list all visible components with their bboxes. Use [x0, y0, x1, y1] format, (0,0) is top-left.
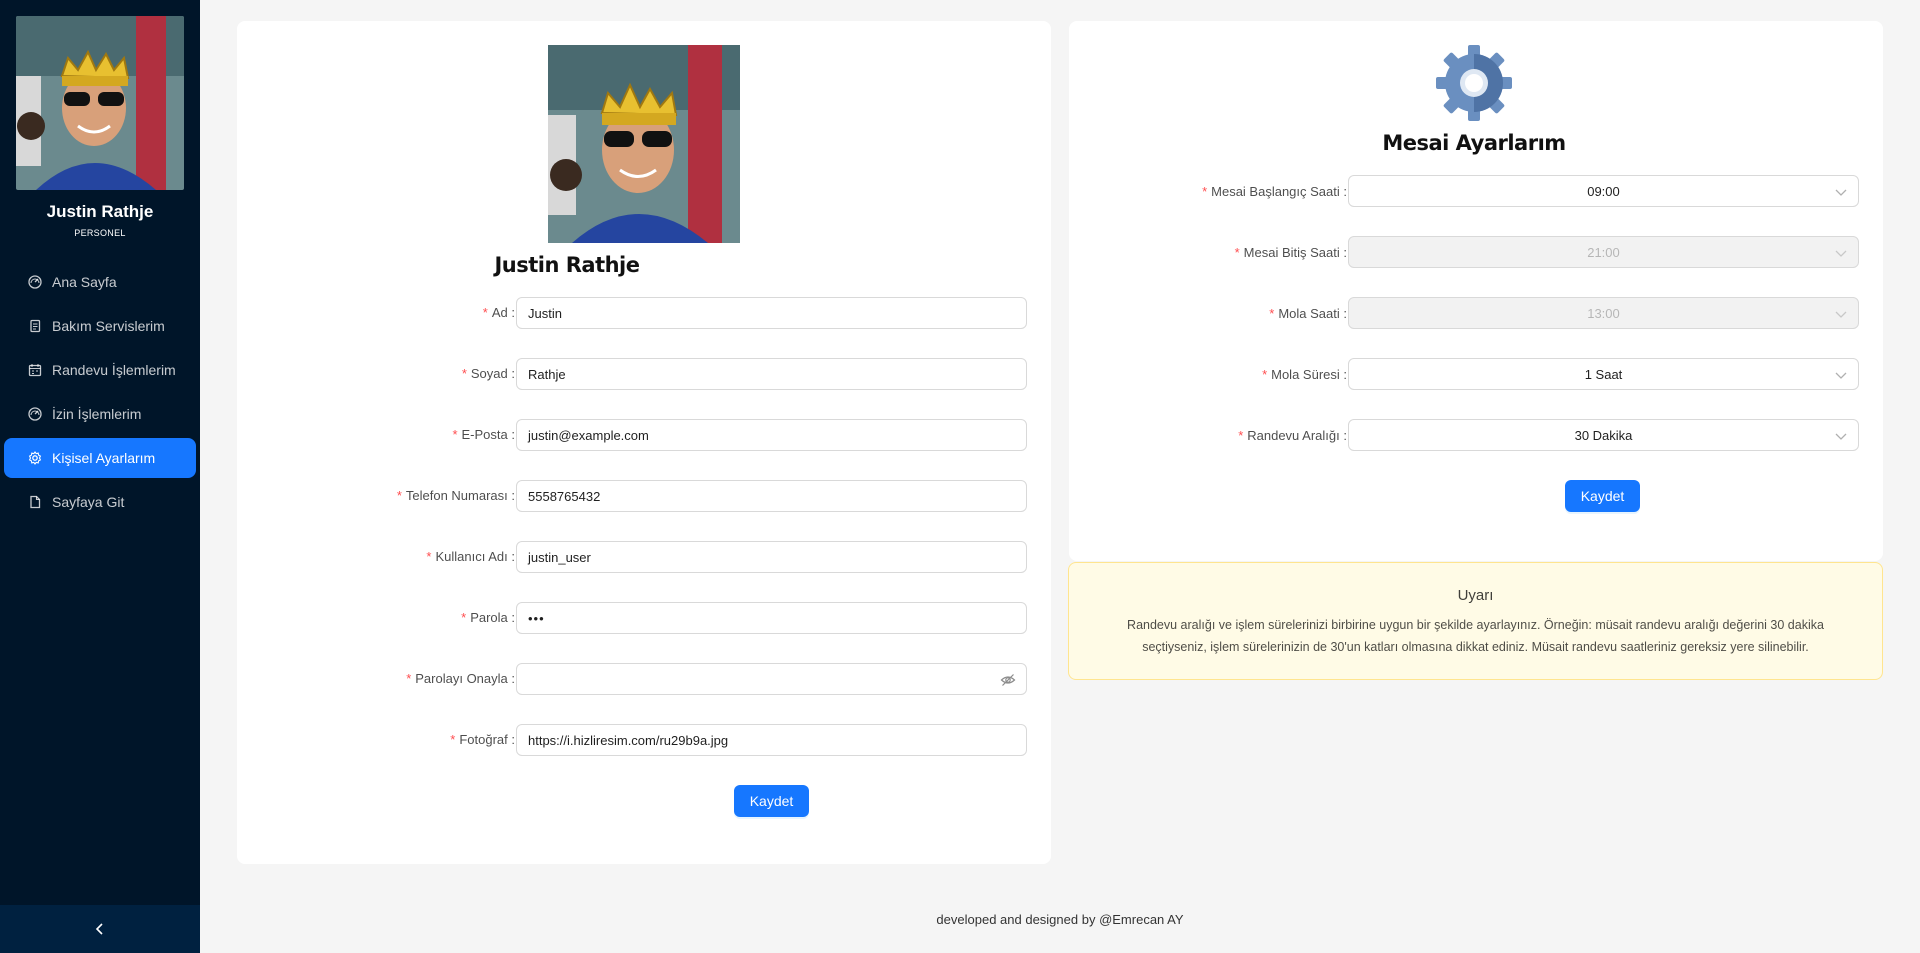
footer: developed and designed by @Emrecan AY: [200, 912, 1920, 927]
form-row-mola-suresi: * Mola Süresi : 1 Saat: [1069, 358, 1883, 392]
chevron-left-icon: [95, 923, 103, 935]
sidebar-item-label: Randevu İşlemlerim: [52, 362, 176, 378]
form-label-mola-saati: * Mola Saati :: [1269, 306, 1347, 321]
form-row-randevu-araligi: * Randevu Aralığı : 30 Dakika: [1069, 419, 1883, 453]
form-row-mola-saati: * Mola Saati : 13:00: [1069, 297, 1883, 331]
sidebar-item-label: İzin İşlemlerim: [52, 406, 142, 422]
break-duration-value: 1 Saat: [1584, 366, 1623, 382]
chevron-down-icon: [1835, 433, 1847, 440]
dashboard-icon: [28, 407, 42, 421]
password-input[interactable]: •••: [516, 602, 1027, 634]
sidebar-item-ana-sayfa[interactable]: Ana Sayfa: [4, 262, 196, 302]
form-row-baslangic: * Mesai Başlangıç Saati : 09:00: [1069, 175, 1883, 209]
start-time-select[interactable]: 09:00: [1348, 175, 1859, 207]
form-label-parola: * Parola :: [461, 610, 515, 625]
warning-alert: Uyarı Randevu aralığı ve işlem sürelerin…: [1068, 562, 1883, 680]
end-time-select: 21:00: [1348, 236, 1859, 268]
form-row-parola-onay: * Parolayı Onayla :: [237, 663, 1051, 697]
form-row-kullanici: * Kullanıcı Adı : justin_user: [237, 541, 1051, 575]
dashboard-icon: [28, 275, 42, 289]
appointment-interval-value: 30 Dakika: [1574, 427, 1633, 443]
form-label-ad: * Ad :: [482, 305, 515, 320]
form-label-eposta: * E-Posta :: [452, 427, 515, 442]
confirm-password-input[interactable]: [516, 663, 1027, 695]
form-row-fotograf: * Fotoğraf : https://i.hizliresim.com/ru2…: [237, 724, 1051, 758]
sidebar-collapse-button[interactable]: [0, 905, 200, 953]
username-input[interactable]: justin_user: [516, 541, 1027, 573]
sidebar-item-kisisel-ayarlarim[interactable]: Kişisel Ayarlarım: [4, 438, 196, 478]
break-time-select: 13:00: [1348, 297, 1859, 329]
sidebar-item-label: Ana Sayfa: [52, 274, 117, 290]
sidebar-item-label: Sayfaya Git: [52, 494, 125, 510]
chevron-down-icon: [1835, 250, 1847, 257]
form-row-ad: * Ad : Justin: [237, 297, 1051, 331]
chevron-down-icon: [1835, 189, 1847, 196]
form-row-soyad: * Soyad : Rathje: [237, 358, 1051, 392]
form-label-mola-suresi: * Mola Süresi :: [1262, 367, 1347, 382]
email-input[interactable]: justin@example.com: [516, 419, 1027, 451]
form-label-telefon: * Telefon Numarası :: [396, 488, 515, 503]
form-row-bitis: * Mesai Bitiş Saati : 21:00: [1069, 236, 1883, 270]
footer-text: developed and designed by: [936, 912, 1100, 927]
sidebar: Justin Rathje PERSONEL Ana Sayfa Bakım S…: [0, 0, 200, 953]
file-icon: [28, 495, 42, 509]
work-settings-save-button[interactable]: Kaydet: [1565, 480, 1640, 512]
profile-photo: [548, 45, 740, 243]
warning-title: Uyarı: [1457, 587, 1494, 604]
form-label-baslangic: * Mesai Başlangıç Saati :: [1202, 184, 1347, 199]
break-time-value: 13:00: [1587, 305, 1620, 321]
appointment-interval-select[interactable]: 30 Dakika: [1348, 419, 1859, 451]
chevron-down-icon: [1835, 372, 1847, 379]
profile-name: Justin Rathje: [494, 253, 640, 277]
sidebar-avatar: [16, 16, 184, 190]
sidebar-item-label: Bakım Servislerim: [52, 318, 165, 334]
work-settings-title: Mesai Ayarlarım: [1382, 131, 1566, 155]
gear-icon: [1434, 43, 1514, 123]
form-label-fotograf: * Fotoğraf :: [450, 732, 515, 747]
warning-description: Randevu aralığı ve işlem sürelerinizi bi…: [1127, 618, 1824, 654]
sidebar-item-sayfaya-git[interactable]: Sayfaya Git: [4, 482, 196, 522]
sidebar-item-randevu-islemlerim[interactable]: Randevu İşlemlerim: [4, 350, 196, 390]
sidebar-user-role: PERSONEL: [74, 228, 126, 238]
form-row-eposta: * E-Posta : justin@example.com: [237, 419, 1051, 453]
ad-input[interactable]: Justin: [516, 297, 1027, 329]
setting-icon: [28, 451, 42, 465]
copy-icon: [28, 319, 42, 333]
end-time-value: 21:00: [1587, 244, 1620, 260]
photo-url-input[interactable]: https://i.hizliresim.com/ru29b9a.jpg: [516, 724, 1027, 756]
form-label-bitis: * Mesai Bitiş Saati :: [1234, 245, 1347, 260]
form-row-parola: * Parola : •••: [237, 602, 1051, 636]
form-label-parola-onay: * Parolayı Onayla :: [406, 671, 515, 686]
phone-input[interactable]: 5558765432: [516, 480, 1027, 512]
start-time-value: 09:00: [1587, 183, 1620, 199]
footer-author: @Emrecan AY: [1099, 912, 1184, 927]
break-duration-select[interactable]: 1 Saat: [1348, 358, 1859, 390]
form-label-kullanici: * Kullanıcı Adı :: [426, 549, 515, 564]
form-label-randevu-araligi: * Randevu Aralığı :: [1238, 428, 1347, 443]
form-row-telefon: * Telefon Numarası : 5558765432: [237, 480, 1051, 514]
chevron-down-icon: [1835, 311, 1847, 318]
soyad-input[interactable]: Rathje: [516, 358, 1027, 390]
eye-invisible-icon[interactable]: [1000, 672, 1016, 688]
calendar-icon: [28, 363, 42, 377]
sidebar-item-label: Kişisel Ayarlarım: [52, 450, 156, 466]
form-label-soyad: * Soyad :: [461, 366, 515, 381]
sidebar-user-name: Justin Rathje: [46, 202, 154, 221]
sidebar-item-izin-islemlerim[interactable]: İzin İşlemlerim: [4, 394, 196, 434]
sidebar-item-bakim-servislerim[interactable]: Bakım Servislerim: [4, 306, 196, 346]
work-settings-card: Mesai Ayarlarım * Mesai Başlangıç Saati :…: [1069, 21, 1883, 561]
profile-card: Justin Rathje * Ad : Justin * Soyad : Rath…: [237, 21, 1051, 864]
sidebar-menu: Ana Sayfa Bakım Servislerim Randevu İşle…: [4, 262, 196, 526]
profile-save-button[interactable]: Kaydet: [734, 785, 809, 817]
